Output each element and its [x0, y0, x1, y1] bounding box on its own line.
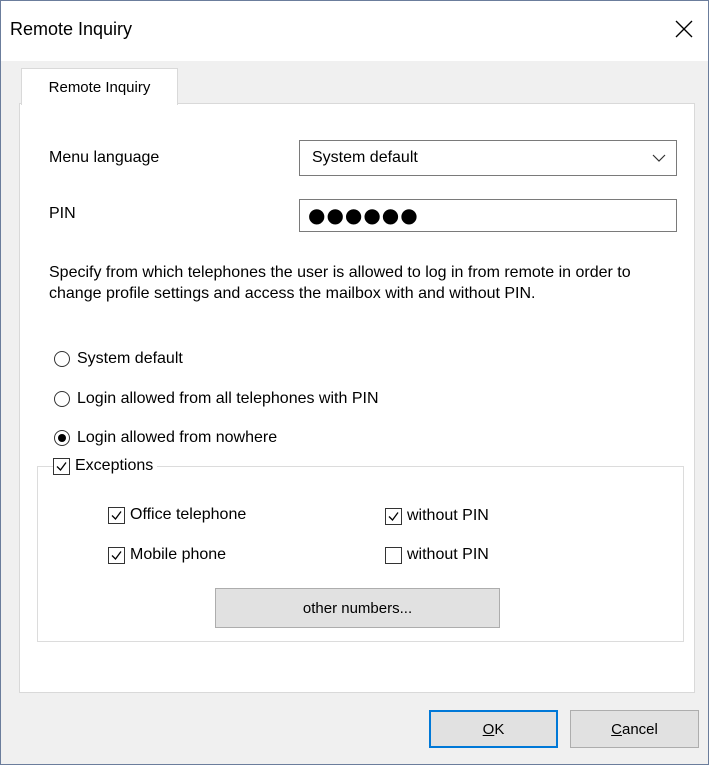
pin-field[interactable]: ●●●●●●	[299, 199, 677, 232]
menu-language-value: System default	[312, 149, 418, 166]
mobile-without-pin-label: without PIN	[407, 546, 489, 563]
cancel-button[interactable]: Cancel	[570, 710, 699, 748]
close-button[interactable]	[664, 9, 704, 49]
login-description: Specify from which telephones the user i…	[49, 264, 631, 302]
radio-label: Login allowed from nowhere	[77, 429, 278, 446]
close-icon	[675, 20, 693, 38]
office-telephone-checkbox[interactable]	[108, 506, 125, 524]
radio-login-nowhere[interactable]: Login allowed from nowhere	[54, 429, 277, 447]
radio-system-default[interactable]: System default	[54, 350, 183, 368]
ok-mnemonic: O	[482, 720, 495, 738]
checkmark-icon	[388, 511, 399, 521]
office-without-pin-row[interactable]: without PIN	[385, 507, 489, 525]
mobile-phone-label: Mobile phone	[130, 546, 227, 563]
office-without-pin-checkbox[interactable]	[385, 507, 402, 525]
cancel-mnemonic: C	[611, 720, 622, 738]
pin-label: PIN	[49, 205, 76, 222]
exceptions-label: Exceptions	[75, 457, 154, 474]
mobile-phone-checkbox[interactable]	[108, 546, 125, 564]
tab-remote-inquiry[interactable]: Remote Inquiry	[21, 68, 178, 105]
office-telephone-row[interactable]: Office telephone	[108, 506, 247, 524]
chevron-down-icon	[652, 154, 666, 162]
exceptions-checkbox-row[interactable]: Exceptions	[53, 457, 158, 475]
cancel-label-rest: ancel	[621, 720, 658, 738]
other-numbers-button[interactable]: other numbers...	[215, 588, 500, 628]
office-without-pin-label: without PIN	[407, 507, 489, 524]
exceptions-checkbox[interactable]	[53, 457, 70, 475]
menu-language-select[interactable]: System default	[299, 140, 677, 176]
ok-button[interactable]: OK	[429, 710, 558, 748]
title-bar: Remote Inquiry	[1, 1, 708, 61]
radio-label: Login allowed from all telephones with P…	[77, 390, 379, 407]
mobile-phone-row[interactable]: Mobile phone	[108, 546, 227, 564]
mobile-without-pin-checkbox[interactable]	[385, 546, 402, 564]
menu-language-label: Menu language	[49, 149, 160, 166]
radio-button[interactable]	[54, 430, 70, 446]
mobile-without-pin-row[interactable]: without PIN	[385, 546, 489, 564]
radio-button[interactable]	[54, 391, 70, 407]
radio-login-all-with-pin[interactable]: Login allowed from all telephones with P…	[54, 390, 379, 408]
checkmark-icon	[111, 550, 122, 560]
radio-label: System default	[77, 350, 183, 367]
ok-label-rest: K	[494, 720, 505, 738]
checkmark-icon	[56, 461, 67, 471]
pin-masked-value: ●●●●●●	[308, 203, 419, 227]
checkmark-icon	[111, 510, 122, 520]
window-title: Remote Inquiry	[10, 19, 133, 39]
office-telephone-label: Office telephone	[130, 506, 247, 523]
radio-button[interactable]	[54, 351, 70, 367]
dialog-window: Remote Inquiry Remote Inquiry Menu langu…	[0, 0, 709, 765]
